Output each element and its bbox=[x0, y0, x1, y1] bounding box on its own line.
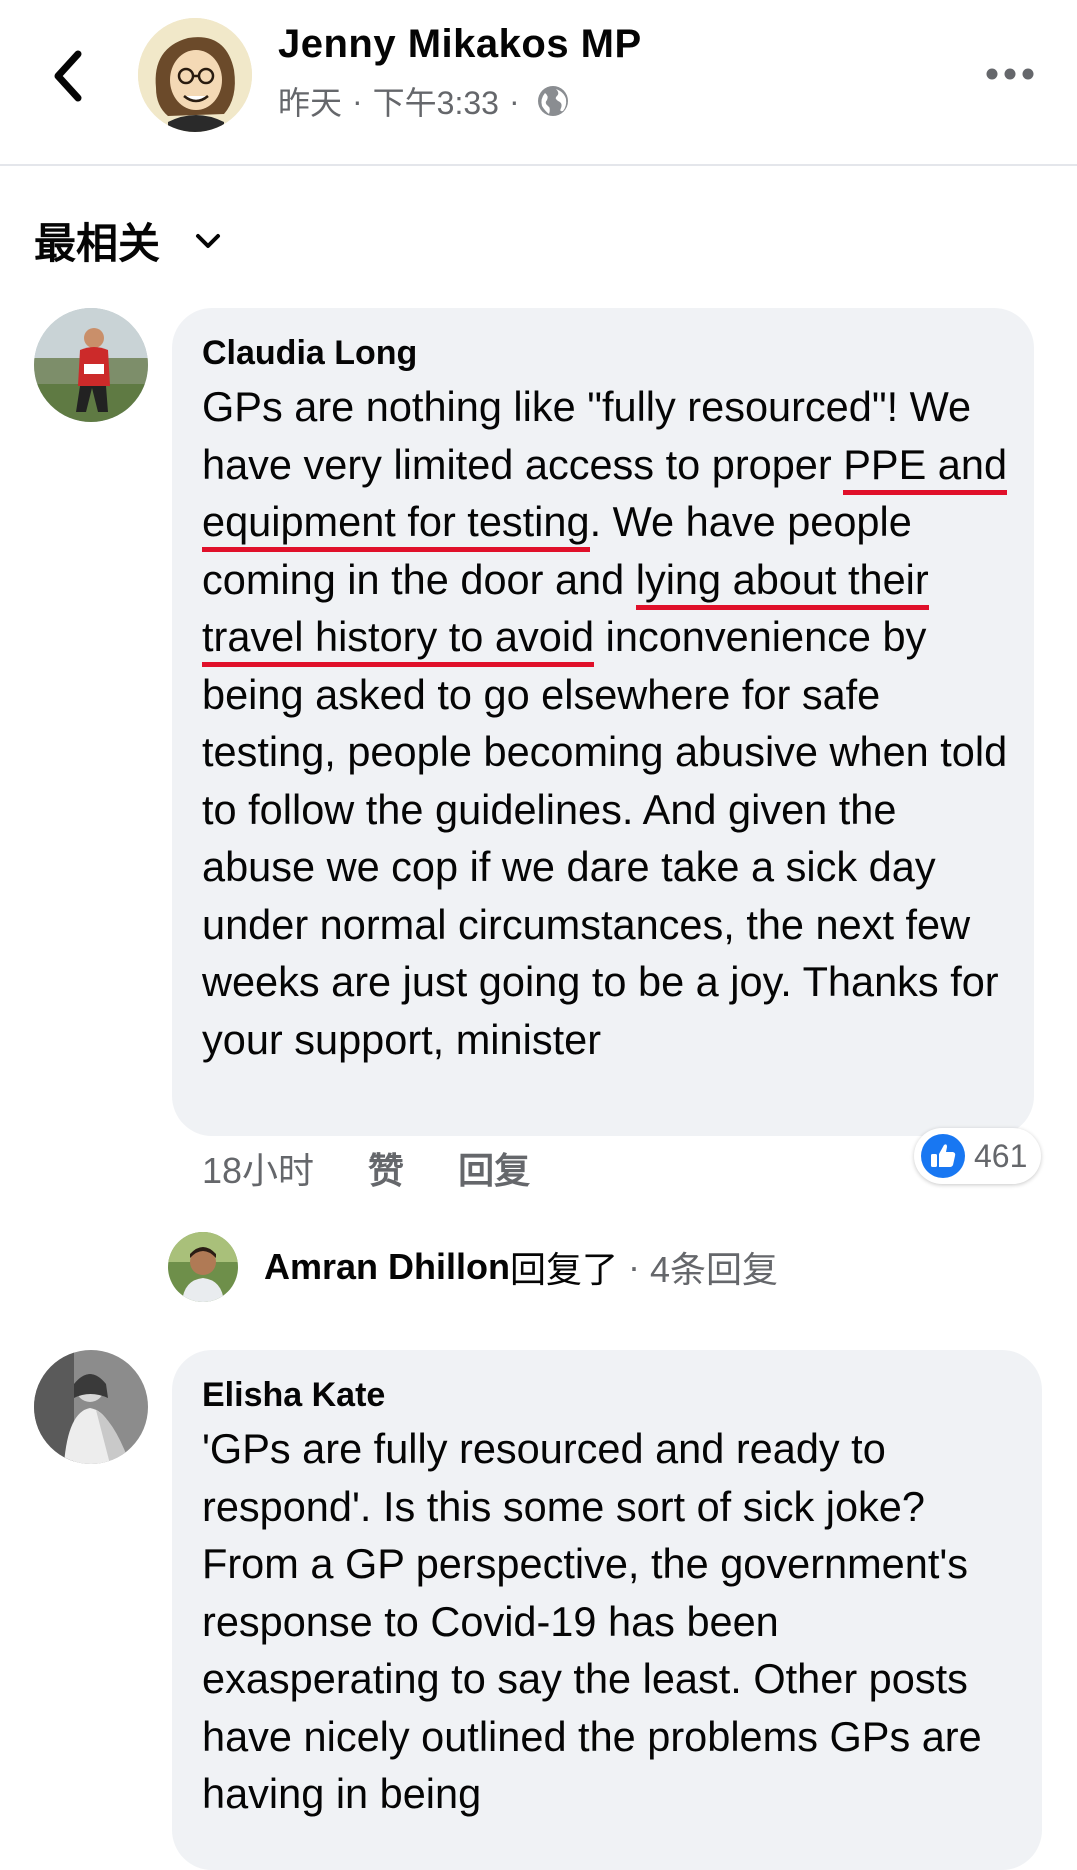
comment-text: GPs are nothing like "fully resourced"! … bbox=[202, 378, 1010, 1068]
view-replies-link[interactable]: Amran Dhillon 回复了 · 4条回复 bbox=[168, 1232, 778, 1302]
page-name[interactable]: Jenny Mikakos MP bbox=[278, 22, 642, 67]
commenter-avatar[interactable] bbox=[34, 1350, 148, 1464]
post-time[interactable]: 下午3:33 bbox=[373, 78, 499, 124]
reply-author-avatar bbox=[168, 1232, 238, 1302]
meta-separator: · bbox=[618, 1246, 651, 1287]
globe-icon bbox=[537, 86, 568, 116]
chevron-left-icon bbox=[54, 50, 82, 102]
like-button[interactable]: 赞 bbox=[368, 1142, 404, 1194]
meta-separator: · bbox=[352, 82, 363, 119]
reaction-count-badge[interactable]: 461 bbox=[914, 1128, 1042, 1184]
reply-count: 4条回复 bbox=[650, 1249, 779, 1290]
commenter-avatar[interactable] bbox=[34, 308, 148, 422]
page-avatar[interactable] bbox=[138, 18, 252, 132]
comment-bubble: Claudia Long GPs are nothing like "fully… bbox=[172, 308, 1034, 1136]
more-options-button[interactable] bbox=[975, 52, 1045, 96]
comment-text: 'GPs are fully resourced and ready to re… bbox=[202, 1425, 982, 1817]
comment-author[interactable]: Claudia Long bbox=[202, 330, 1010, 376]
comment-author[interactable]: Elisha Kate bbox=[202, 1372, 1018, 1418]
sort-label: 最相关 bbox=[34, 220, 161, 267]
comment-sort-dropdown[interactable]: 最相关 bbox=[34, 210, 222, 271]
post-header: Jenny Mikakos MP 昨天 · 下午3:33 · bbox=[0, 0, 1077, 166]
reply-author-name: Amran Dhillon bbox=[264, 1246, 511, 1287]
meta-separator: · bbox=[508, 82, 520, 119]
post-meta: 昨天 · 下午3:33 · bbox=[278, 78, 570, 124]
thumbs-up-icon bbox=[921, 1134, 965, 1178]
reply-verb: 回复了 bbox=[510, 1249, 619, 1290]
back-button[interactable] bbox=[44, 44, 92, 108]
comment-actions: 18小时 赞 回复 bbox=[202, 1142, 530, 1194]
comment-text-part: inconvenience by being asked to go elsew… bbox=[202, 613, 1008, 1063]
reply-button[interactable]: 回复 bbox=[458, 1142, 530, 1194]
reaction-count: 461 bbox=[974, 1137, 1028, 1174]
chevron-down-icon bbox=[196, 233, 221, 248]
post-day: 昨天 bbox=[278, 85, 343, 121]
comment-timestamp[interactable]: 18小时 bbox=[202, 1142, 314, 1194]
comment-bubble: Elisha Kate 'GPs are fully resourced and… bbox=[172, 1350, 1042, 1870]
more-horizontal-icon bbox=[986, 68, 1034, 80]
